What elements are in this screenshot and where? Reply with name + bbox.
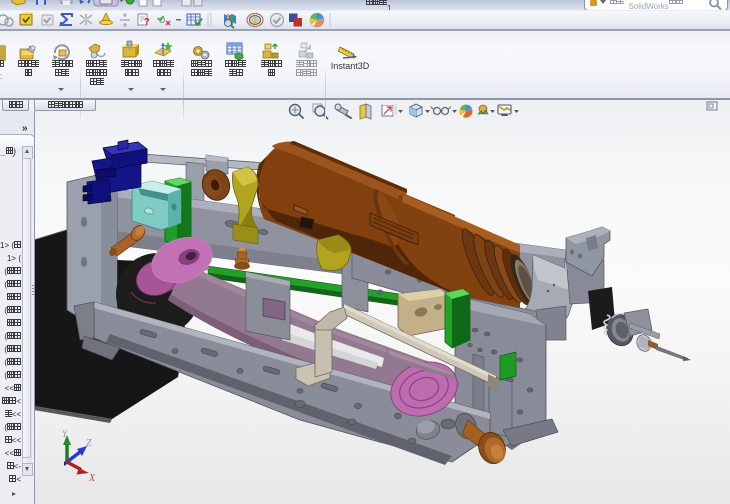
svg-text:X: X [88,473,96,484]
svg-text:?: ? [144,17,150,27]
svg-text:Z: Z [86,438,92,449]
